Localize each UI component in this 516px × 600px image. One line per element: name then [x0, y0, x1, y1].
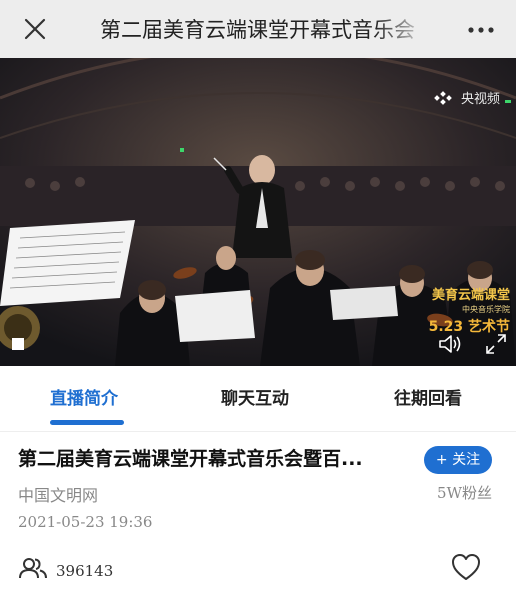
- source-name[interactable]: 中国文明网: [18, 484, 98, 508]
- tab-live-intro[interactable]: 直播简介: [50, 384, 118, 414]
- viewers-count: 396143: [56, 562, 114, 580]
- tab-chat[interactable]: 聊天互动: [221, 384, 289, 414]
- close-button[interactable]: [18, 12, 52, 46]
- active-tab-indicator: [50, 420, 124, 425]
- cctv-watermark: 央视频: [433, 88, 500, 107]
- publish-datetime: 2021-05-23 19:36: [18, 513, 153, 531]
- live-title: 第二届美育云端课堂开幕式音乐会暨百...: [18, 448, 363, 470]
- cctv-logo-icon: [434, 90, 452, 105]
- volume-icon[interactable]: [437, 332, 463, 356]
- follow-button[interactable]: + 关注: [424, 446, 492, 474]
- page-title: 第二届美育云端课堂开幕式音乐会: [100, 18, 415, 42]
- fans-count: 5W粉丝: [437, 484, 492, 502]
- badge-line-1: 美育云端课堂: [431, 288, 510, 303]
- viewers-icon: [19, 558, 47, 579]
- event-badge: 美育云端课堂 中央音乐学院 5.23 艺术节: [429, 284, 510, 336]
- video-player[interactable]: 央视频 美育云端课堂 中央音乐学院 5.23 艺术节: [0, 58, 516, 366]
- watermark-text: 央视频: [460, 92, 500, 107]
- more-options-button[interactable]: [462, 18, 500, 42]
- top-nav-bar: 第二届美育云端课堂开幕式音乐会: [0, 0, 516, 58]
- tab-bar: 直播简介 聊天互动 往期回看: [0, 366, 516, 432]
- more-dots-icon: [468, 27, 494, 33]
- badge-line-2: 中央音乐学院: [462, 305, 510, 314]
- heart-icon[interactable]: [450, 552, 482, 582]
- close-icon: [24, 18, 46, 40]
- fullscreen-icon[interactable]: [484, 332, 508, 356]
- play-pause-button[interactable]: [12, 338, 24, 350]
- tab-replay[interactable]: 往期回看: [394, 384, 462, 414]
